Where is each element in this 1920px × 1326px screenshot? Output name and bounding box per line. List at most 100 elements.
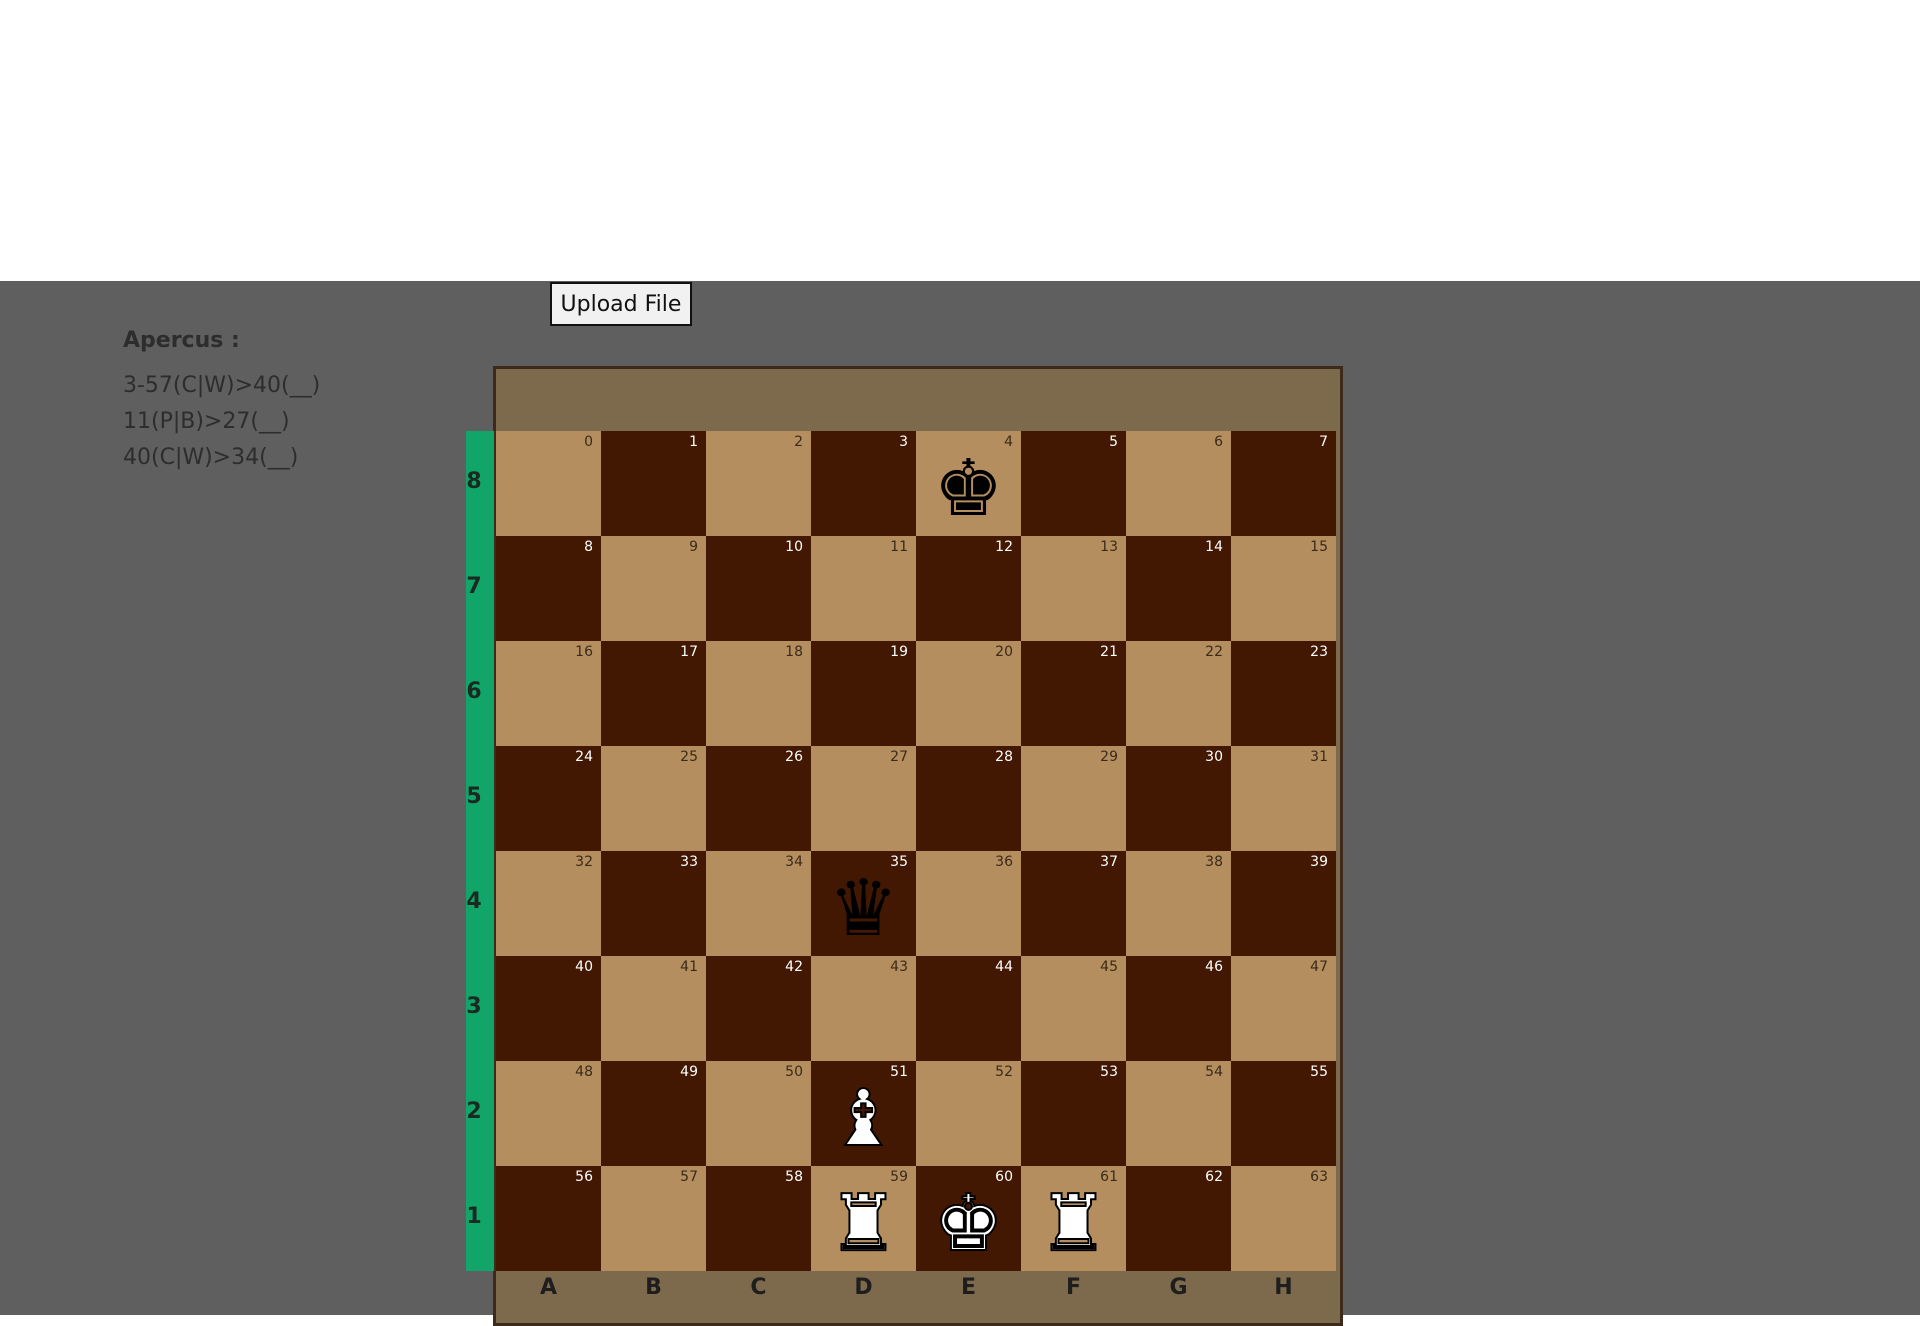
black-king-icon[interactable]: ♚ bbox=[916, 447, 1021, 532]
board-square[interactable]: 63 bbox=[1231, 1166, 1336, 1271]
board-square[interactable]: 13 bbox=[1021, 536, 1126, 641]
square-index-label: 10 bbox=[785, 539, 803, 555]
board-square[interactable]: 43 bbox=[811, 956, 916, 1061]
board-square[interactable]: 55 bbox=[1231, 1061, 1336, 1166]
board-square[interactable]: 49 bbox=[601, 1061, 706, 1166]
board-square[interactable]: 48 bbox=[496, 1061, 601, 1166]
board-square[interactable]: 38 bbox=[1126, 851, 1231, 956]
board-square[interactable]: 14 bbox=[1126, 536, 1231, 641]
board-square[interactable]: 51 ♝ bbox=[811, 1061, 916, 1166]
board-square[interactable]: 53 bbox=[1021, 1061, 1126, 1166]
board-square[interactable]: 23 bbox=[1231, 641, 1336, 746]
square-index-label: 26 bbox=[785, 749, 803, 765]
square-index-label: 27 bbox=[890, 749, 908, 765]
board-square[interactable]: 45 bbox=[1021, 956, 1126, 1061]
apercus-line: 11(P|B)>27(__) bbox=[123, 409, 290, 434]
board-square[interactable]: 54 bbox=[1126, 1061, 1231, 1166]
board-square[interactable]: 46 bbox=[1126, 956, 1231, 1061]
white-rook-icon[interactable]: ♜ bbox=[811, 1181, 916, 1268]
board-square[interactable]: 34 bbox=[706, 851, 811, 956]
rank-label: 3 bbox=[466, 994, 482, 1019]
board-square[interactable]: 0 bbox=[496, 431, 601, 536]
board-square[interactable]: 32 bbox=[496, 851, 601, 956]
board-square[interactable]: 31 bbox=[1231, 746, 1336, 851]
board-square[interactable]: 2 bbox=[706, 431, 811, 536]
board-square[interactable]: 11 bbox=[811, 536, 916, 641]
board-square[interactable]: 59 ♜ bbox=[811, 1166, 916, 1271]
board-square[interactable]: 10 bbox=[706, 536, 811, 641]
square-index-label: 58 bbox=[785, 1169, 803, 1185]
upload-file-button[interactable]: Upload File bbox=[550, 282, 692, 326]
board-square[interactable]: 3 bbox=[811, 431, 916, 536]
white-rook-icon[interactable]: ♜ bbox=[1021, 1181, 1126, 1268]
board-square[interactable]: 25 bbox=[601, 746, 706, 851]
square-index-label: 48 bbox=[575, 1064, 593, 1080]
board-square[interactable]: 44 bbox=[916, 956, 1021, 1061]
apercus-title: Apercus : bbox=[123, 328, 240, 353]
board-square[interactable]: 21 bbox=[1021, 641, 1126, 746]
square-index-label: 0 bbox=[584, 434, 593, 450]
square-index-label: 41 bbox=[680, 959, 698, 975]
board-square[interactable]: 4 ♚ bbox=[916, 431, 1021, 536]
board-square[interactable]: 15 bbox=[1231, 536, 1336, 641]
square-index-label: 30 bbox=[1205, 749, 1223, 765]
board-square[interactable]: 37 bbox=[1021, 851, 1126, 956]
black-queen-icon[interactable]: ♛ bbox=[811, 867, 916, 952]
board-square[interactable]: 57 bbox=[601, 1166, 706, 1271]
square-index-label: 33 bbox=[680, 854, 698, 870]
square-index-label: 8 bbox=[584, 539, 593, 555]
square-index-label: 43 bbox=[890, 959, 908, 975]
board-square[interactable]: 52 bbox=[916, 1061, 1021, 1166]
board-square[interactable]: 24 bbox=[496, 746, 601, 851]
board-square[interactable]: 36 bbox=[916, 851, 1021, 956]
board-square[interactable]: 18 bbox=[706, 641, 811, 746]
square-index-label: 3 bbox=[899, 434, 908, 450]
board-square[interactable]: 20 bbox=[916, 641, 1021, 746]
board-square[interactable]: 56 bbox=[496, 1166, 601, 1271]
file-label: F bbox=[1065, 1275, 1082, 1300]
board-square[interactable]: 50 bbox=[706, 1061, 811, 1166]
square-index-label: 49 bbox=[680, 1064, 698, 1080]
board-square[interactable]: 9 bbox=[601, 536, 706, 641]
board-square[interactable]: 27 bbox=[811, 746, 916, 851]
rank-label: 5 bbox=[466, 784, 482, 809]
white-bishop-icon[interactable]: ♝ bbox=[811, 1076, 916, 1163]
file-label: G bbox=[1169, 1275, 1188, 1300]
board-square[interactable]: 61 ♜ bbox=[1021, 1166, 1126, 1271]
board-square[interactable]: 40 bbox=[496, 956, 601, 1061]
square-index-label: 9 bbox=[689, 539, 698, 555]
square-index-label: 46 bbox=[1205, 959, 1223, 975]
board-square[interactable]: 33 bbox=[601, 851, 706, 956]
board-square[interactable]: 47 bbox=[1231, 956, 1336, 1061]
board-square[interactable]: 58 bbox=[706, 1166, 811, 1271]
board-square[interactable]: 8 bbox=[496, 536, 601, 641]
board-square[interactable]: 30 bbox=[1126, 746, 1231, 851]
board-square[interactable]: 41 bbox=[601, 956, 706, 1061]
file-label: B bbox=[645, 1275, 662, 1300]
board-square[interactable]: 5 bbox=[1021, 431, 1126, 536]
board-square[interactable]: 42 bbox=[706, 956, 811, 1061]
apercus-line: 3-57(C|W)>40(__) bbox=[123, 373, 321, 398]
board-square[interactable]: 1 bbox=[601, 431, 706, 536]
board-square[interactable]: 7 bbox=[1231, 431, 1336, 536]
board-square[interactable]: 35 ♛ bbox=[811, 851, 916, 956]
board-square[interactable]: 62 bbox=[1126, 1166, 1231, 1271]
board-square[interactable]: 29 bbox=[1021, 746, 1126, 851]
rank-label: 2 bbox=[466, 1099, 482, 1124]
board-square[interactable]: 17 bbox=[601, 641, 706, 746]
apercus-line: 40(C|W)>34(__) bbox=[123, 445, 299, 470]
board-square[interactable]: 39 bbox=[1231, 851, 1336, 956]
square-index-label: 14 bbox=[1205, 539, 1223, 555]
board-square[interactable]: 16 bbox=[496, 641, 601, 746]
square-index-label: 31 bbox=[1310, 749, 1328, 765]
board-square[interactable]: 60 ♚ bbox=[916, 1166, 1021, 1271]
board-square[interactable]: 28 bbox=[916, 746, 1021, 851]
board-square[interactable]: 26 bbox=[706, 746, 811, 851]
square-index-label: 52 bbox=[995, 1064, 1013, 1080]
file-label: E bbox=[960, 1275, 977, 1300]
board-square[interactable]: 22 bbox=[1126, 641, 1231, 746]
board-square[interactable]: 6 bbox=[1126, 431, 1231, 536]
white-king-icon[interactable]: ♚ bbox=[916, 1181, 1021, 1268]
board-square[interactable]: 12 bbox=[916, 536, 1021, 641]
board-square[interactable]: 19 bbox=[811, 641, 916, 746]
